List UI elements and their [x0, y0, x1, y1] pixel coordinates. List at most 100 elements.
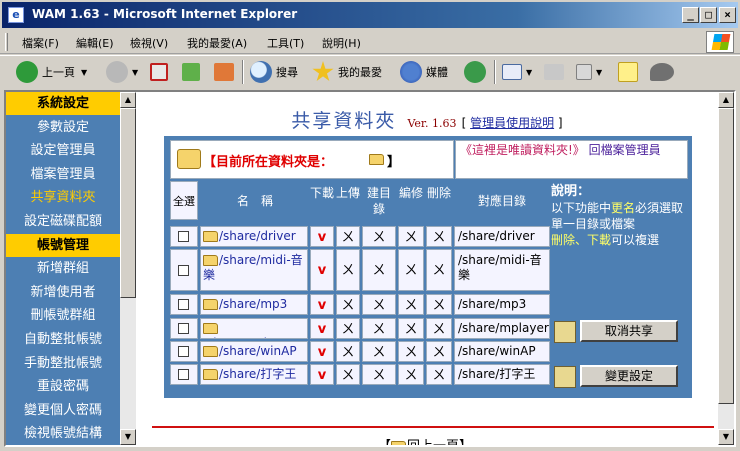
row-checkbox[interactable]	[178, 299, 189, 310]
menu-edit[interactable]: 編輯(E)	[76, 35, 114, 51]
back-to-file-manager-link[interactable]: 回檔案管理員	[589, 143, 661, 157]
menu-tools[interactable]: 工具(T)	[267, 35, 304, 51]
row-checkbox[interactable]	[178, 369, 189, 380]
mkdir-permission: ㄨ	[362, 318, 396, 339]
sidebar-item[interactable]: 檢視帳號結構	[6, 422, 120, 445]
print-button[interactable]	[544, 59, 568, 85]
share-name-cell[interactable]: /share/winAP	[200, 341, 308, 362]
sidebar-item[interactable]: 新增使用者	[6, 281, 120, 304]
main-scroll-thumb[interactable]	[718, 108, 734, 404]
sidebar-item[interactable]: 刪帳號群組	[6, 304, 120, 327]
sidebar-item[interactable]: 自動整批帳號	[6, 328, 120, 351]
help-bracket: [ 管理員使用說明 ]	[462, 116, 563, 130]
info-text: 可以複選	[611, 233, 660, 247]
menu-view[interactable]: 檢視(V)	[130, 35, 168, 51]
upload-permission: ㄨ	[336, 249, 360, 291]
minimize-button[interactable]: _	[682, 7, 699, 23]
delete-permission: ㄨ	[426, 294, 452, 315]
refresh-button[interactable]	[182, 59, 204, 85]
help-open: [	[461, 116, 467, 130]
share-name-cell[interactable]: /share/midi-音樂	[200, 249, 308, 291]
menu-help[interactable]: 說明(H)	[322, 35, 361, 51]
share-name-link[interactable]: /share/mp3	[219, 297, 287, 311]
sidebar-scroll-thumb[interactable]	[120, 108, 136, 298]
row-checkbox[interactable]	[178, 346, 189, 357]
sidebar-item[interactable]: 設定管理員	[6, 139, 120, 162]
folder-icon	[203, 346, 218, 357]
row-checkbox[interactable]	[178, 323, 189, 334]
scroll-down-icon[interactable]: ▼	[120, 429, 136, 445]
back-up-link[interactable]: 【回上一頁】	[378, 435, 472, 445]
main-scrollbar[interactable]: ▲ ▼	[718, 92, 734, 445]
info-line-1: 以下功能中更名必須選取	[551, 200, 688, 216]
share-name-link[interactable]: /share/winAP	[219, 344, 297, 358]
forward-button[interactable]: ▼	[106, 59, 138, 85]
window-title: WAM 1.63 - Microsoft Internet Explorer	[32, 7, 298, 21]
edit-dropdown-icon[interactable]: ▼	[596, 68, 602, 77]
share-name-cell[interactable]: /share/mplayer	[200, 318, 308, 339]
mail-dropdown-icon[interactable]: ▼	[526, 68, 532, 77]
toolbar: 上一頁 ▼ ▼ 搜尋 我的最愛 媒體 ▼ ▼	[0, 55, 740, 87]
sidebar-item[interactable]: 檔案管理員	[6, 163, 120, 186]
sidebar-item[interactable]: 參數設定	[6, 116, 120, 139]
name-header: 名 稱	[236, 194, 273, 208]
messenger-button[interactable]	[650, 59, 678, 85]
share-name-link[interactable]: /share/driver	[219, 229, 296, 243]
upload-header: 上傳	[336, 186, 361, 200]
admin-help-link[interactable]: 管理員使用說明	[470, 116, 554, 130]
scroll-up-icon[interactable]: ▲	[120, 92, 136, 108]
cancel-share-button[interactable]: 取消共享	[580, 320, 678, 342]
media-button[interactable]: 媒體	[400, 59, 448, 85]
scroll-up-icon[interactable]: ▲	[718, 92, 734, 108]
maximize-button[interactable]: □	[700, 7, 717, 23]
stop-icon	[150, 63, 168, 81]
history-button[interactable]	[464, 59, 490, 85]
sidebar-item[interactable]: 變更個人密碼	[6, 399, 120, 422]
page-title: 共享資料夾	[291, 110, 397, 132]
share-name-cell[interactable]: /share/打字王	[200, 364, 308, 385]
share-name-link[interactable]: /share/mplayer	[203, 336, 294, 338]
sidebar-item[interactable]: 重設密碼	[6, 375, 120, 398]
select-all-header[interactable]: 全選	[170, 181, 198, 220]
scroll-down-icon[interactable]: ▼	[718, 429, 734, 445]
sidebar-item[interactable]: 新增群組	[6, 257, 120, 280]
mail-button[interactable]: ▼	[502, 59, 532, 85]
share-name-cell[interactable]: /share/mp3	[200, 294, 308, 315]
change-settings-button[interactable]: 變更設定	[580, 365, 678, 387]
edit-header: 編修	[398, 186, 423, 200]
back-button[interactable]: 上一頁 ▼	[16, 59, 87, 85]
forward-dropdown-icon[interactable]: ▼	[132, 68, 138, 77]
share-name-cell[interactable]: /share/driver	[200, 226, 308, 247]
search-label: 搜尋	[276, 66, 298, 79]
download-permission: v	[310, 341, 334, 362]
change-settings-icon[interactable]	[554, 366, 576, 388]
home-button[interactable]	[214, 59, 238, 85]
mkdir-permission: ㄨ	[362, 294, 396, 315]
delete-permission: ㄨ	[426, 364, 452, 385]
favorites-button[interactable]: 我的最愛	[312, 59, 382, 85]
sidebar-scrollbar[interactable]: ▲ ▼	[120, 92, 136, 445]
back-dropdown-icon[interactable]: ▼	[81, 68, 87, 77]
note-button[interactable]	[618, 59, 642, 85]
info-highlight: 、	[575, 233, 588, 247]
folder-icon	[203, 231, 218, 242]
sidebar-item[interactable]: 手動整批帳號	[6, 352, 120, 375]
page-heading: 共享資料夾 Ver. 1.63 [ 管理員使用說明 ]	[136, 106, 718, 133]
stop-button[interactable]	[150, 59, 172, 85]
sidebar-item[interactable]: 設定磁碟配額	[6, 210, 120, 233]
share-name-link[interactable]: /share/打字王	[219, 367, 296, 381]
menu-file[interactable]: 檔案(F)	[22, 35, 59, 51]
sidebar-item[interactable]: 共享資料夾	[6, 186, 120, 209]
edit-page-button[interactable]: ▼	[576, 59, 602, 85]
history-icon	[464, 61, 486, 83]
star-icon	[312, 61, 334, 82]
back-arrow-icon	[16, 61, 38, 83]
search-button[interactable]: 搜尋	[250, 59, 298, 85]
menu-favorites[interactable]: 我的最愛(A)	[187, 35, 247, 51]
row-checkbox[interactable]	[178, 264, 189, 276]
cancel-share-icon[interactable]	[554, 321, 576, 343]
download-permission: v	[310, 226, 334, 247]
toolbar-separator	[242, 60, 244, 84]
close-button[interactable]: ×	[719, 7, 736, 23]
row-checkbox[interactable]	[178, 231, 189, 242]
